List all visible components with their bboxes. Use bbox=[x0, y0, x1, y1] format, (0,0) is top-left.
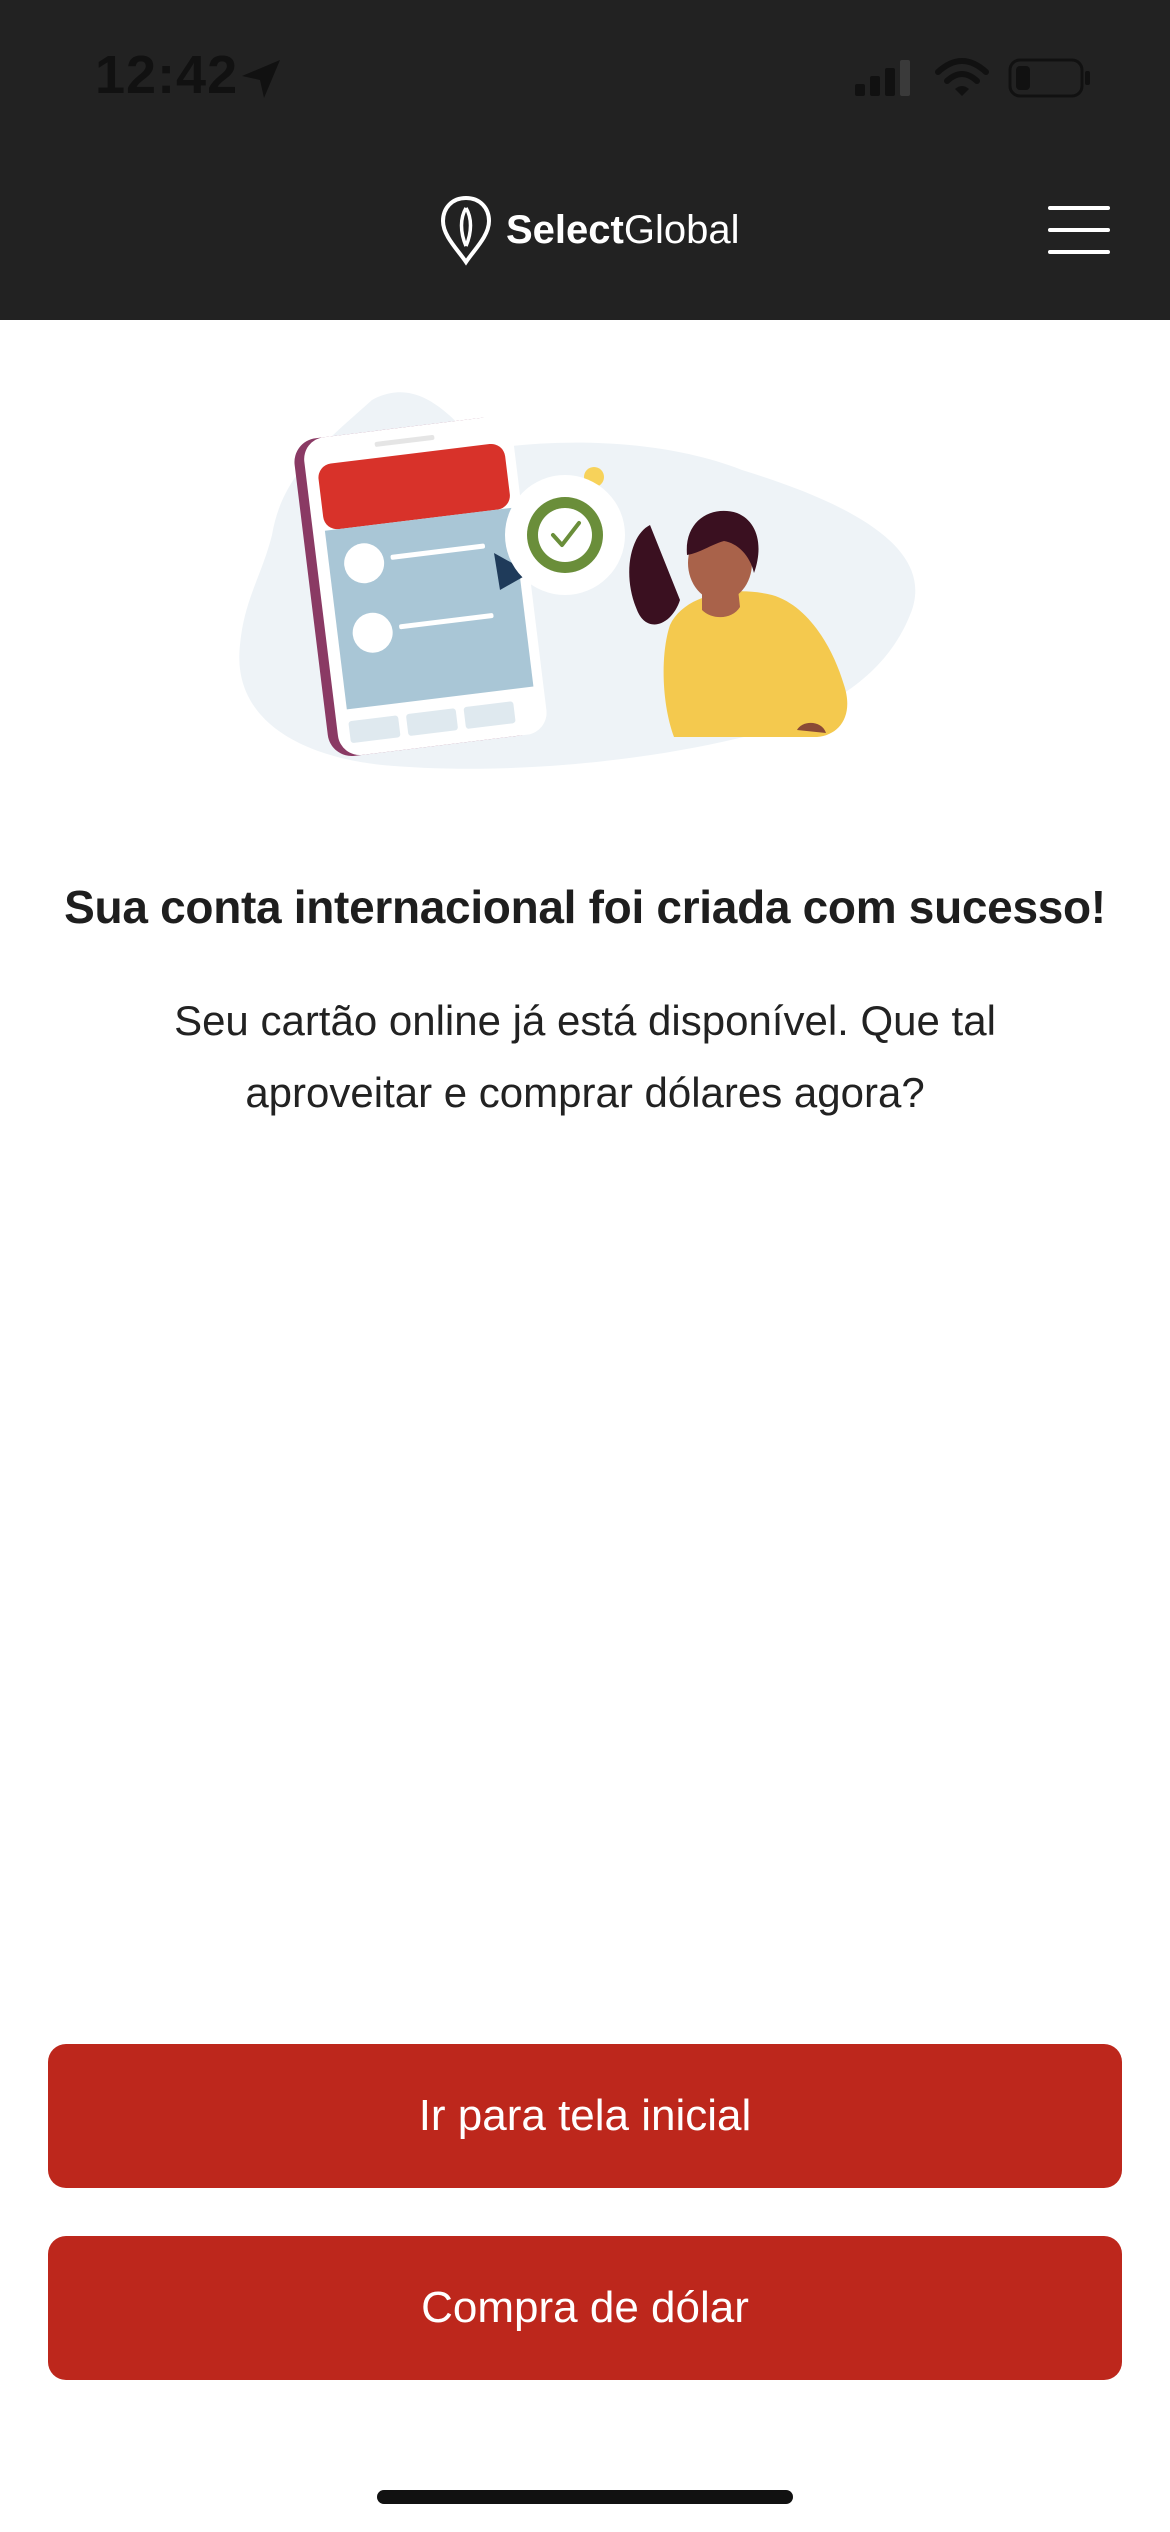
location-arrow-icon bbox=[242, 60, 280, 98]
brand-name-bold: Select bbox=[506, 208, 624, 252]
home-indicator[interactable] bbox=[377, 2490, 793, 2504]
top-header: 12:42 SelectGlobal bbox=[0, 0, 1170, 320]
map-pin-logo-icon bbox=[440, 195, 492, 266]
go-home-button[interactable]: Ir para tela inicial bbox=[48, 2044, 1122, 2188]
success-screen: 12:42 SelectGlobal Sua conta internacion… bbox=[0, 0, 1170, 2532]
battery-low-icon bbox=[1008, 58, 1090, 98]
buy-dollar-button[interactable]: Compra de dólar bbox=[48, 2236, 1122, 2380]
success-headline: Sua conta internacional foi criada com s… bbox=[64, 881, 1106, 933]
cellular-signal-icon bbox=[855, 60, 910, 96]
brand-name: SelectGlobal bbox=[506, 210, 739, 250]
brand-name-regular: Global bbox=[623, 208, 740, 252]
wifi-icon bbox=[935, 58, 989, 96]
success-subtext: Seu cartão online já está disponível. Qu… bbox=[174, 997, 996, 1116]
brand-logo: SelectGlobal bbox=[438, 194, 739, 266]
phone-success-illustration bbox=[239, 392, 916, 769]
status-time: 12:42 bbox=[95, 45, 239, 105]
hamburger-menu-icon[interactable] bbox=[1048, 206, 1110, 254]
